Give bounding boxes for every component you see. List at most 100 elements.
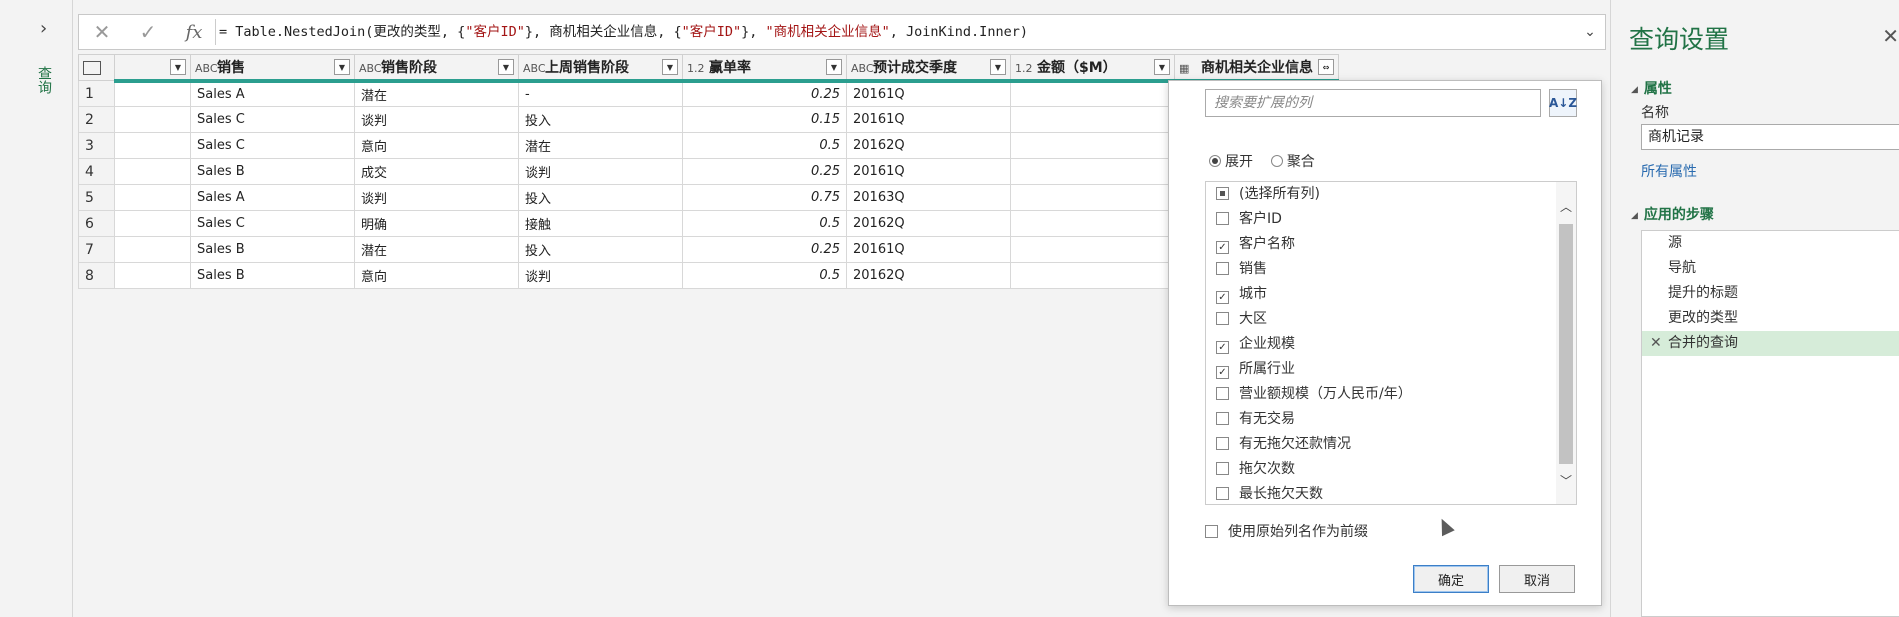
column-header[interactable]: 1.2 金额（$M） ▼ bbox=[1010, 54, 1175, 83]
table-cell[interactable] bbox=[1010, 158, 1175, 185]
table-cell[interactable] bbox=[114, 80, 191, 107]
column-header[interactable]: 1.2 赢单率 ▼ bbox=[682, 54, 847, 83]
row-number[interactable]: 5 bbox=[78, 184, 115, 211]
table-cell[interactable]: 明确 bbox=[354, 210, 519, 237]
table-cell[interactable]: 投入 bbox=[518, 236, 683, 263]
filter-dropdown-icon[interactable]: ▼ bbox=[990, 59, 1006, 75]
table-cell[interactable] bbox=[114, 236, 191, 263]
ok-button[interactable]: 确定 bbox=[1413, 565, 1489, 593]
table-cell[interactable]: Sales C bbox=[190, 132, 355, 159]
column-header[interactable]: ABC销售 ▼ bbox=[190, 54, 355, 83]
checkbox-checked-icon[interactable]: ✓ bbox=[1216, 366, 1229, 379]
column-header[interactable]: ABC销售阶段 ▼ bbox=[354, 54, 519, 83]
scrollbar-thumb[interactable] bbox=[1559, 224, 1573, 464]
row-number[interactable]: 3 bbox=[78, 132, 115, 159]
column-checkbox-item[interactable]: 最长拖欠天数 bbox=[1206, 482, 1576, 504]
table-cell[interactable]: 20161Q bbox=[846, 106, 1011, 133]
table-cell[interactable]: 20161Q bbox=[846, 236, 1011, 263]
properties-section[interactable]: 属性 bbox=[1631, 78, 1672, 98]
table-cell[interactable]: 意向 bbox=[354, 262, 519, 289]
column-checkbox-item[interactable]: 大区 bbox=[1206, 307, 1576, 332]
type-icon[interactable]: ABC bbox=[195, 62, 218, 75]
row-number[interactable]: 6 bbox=[78, 210, 115, 237]
table-cell[interactable]: 接触 bbox=[518, 210, 683, 237]
table-cell[interactable]: Sales C bbox=[190, 210, 355, 237]
column-header[interactable]: ABC预计成交季度 ▼ bbox=[846, 54, 1011, 83]
checkbox-partial-icon[interactable] bbox=[1216, 187, 1229, 200]
checkbox-empty-icon[interactable] bbox=[1216, 462, 1229, 475]
table-row[interactable]: 5 Sales A 谈判 投入 0.75 20163Q bbox=[78, 184, 1339, 211]
table-cell[interactable]: 20161Q bbox=[846, 80, 1011, 107]
applied-step[interactable]: ✕合并的查询✲ bbox=[1642, 331, 1899, 356]
checkbox-checked-icon[interactable]: ✓ bbox=[1216, 241, 1229, 254]
table-cell[interactable]: 投入 bbox=[518, 106, 683, 133]
checkbox-empty-icon[interactable] bbox=[1216, 387, 1229, 400]
table-cell[interactable]: 成交 bbox=[354, 158, 519, 185]
applied-step[interactable]: 导航✲ bbox=[1642, 256, 1899, 281]
table-cell[interactable]: 0.75 bbox=[682, 184, 847, 211]
table-cell[interactable]: 20162Q bbox=[846, 132, 1011, 159]
table-cell[interactable] bbox=[1010, 80, 1175, 107]
table-cell[interactable] bbox=[114, 106, 191, 133]
table-cell[interactable]: Sales B bbox=[190, 158, 355, 185]
scroll-down-icon[interactable]: ﹀ bbox=[1559, 474, 1573, 488]
close-icon[interactable]: ✕ bbox=[79, 15, 125, 49]
applied-step[interactable]: 更改的类型 bbox=[1642, 306, 1899, 331]
aggregate-radio[interactable]: 聚合 bbox=[1270, 154, 1315, 170]
table-cell[interactable]: 投入 bbox=[518, 184, 683, 211]
filter-dropdown-icon[interactable]: ▼ bbox=[498, 59, 514, 75]
table-cell[interactable]: 0.5 bbox=[682, 262, 847, 289]
checkbox-empty-icon[interactable] bbox=[1216, 212, 1229, 225]
column-checkbox-item[interactable]: 营业额规模（万人民币/年） bbox=[1206, 382, 1576, 407]
table-cell[interactable]: 0.5 bbox=[682, 210, 847, 237]
table-cell[interactable]: Sales A bbox=[190, 184, 355, 211]
column-checkbox-item[interactable]: 有无交易 bbox=[1206, 407, 1576, 432]
chevron-down-icon[interactable]: ⌄ bbox=[1579, 21, 1601, 43]
table-cell[interactable] bbox=[1010, 262, 1175, 289]
row-number[interactable]: 8 bbox=[78, 262, 115, 289]
cancel-button[interactable]: 取消 bbox=[1499, 565, 1575, 593]
all-properties-link[interactable]: 所有属性 bbox=[1641, 161, 1697, 181]
table-cell[interactable]: 谈判 bbox=[354, 106, 519, 133]
column-checkbox-item[interactable]: ✓ 城市 bbox=[1206, 282, 1576, 307]
table-cell[interactable]: 0.15 bbox=[682, 106, 847, 133]
table-cell[interactable]: 谈判 bbox=[518, 158, 683, 185]
table-cell[interactable]: 潜在 bbox=[518, 132, 683, 159]
list-scrollbar[interactable]: ︿ ﹀ bbox=[1556, 182, 1576, 504]
table-cell[interactable] bbox=[1010, 236, 1175, 263]
expand-radio[interactable]: 展开 bbox=[1209, 154, 1253, 170]
table-cell[interactable]: 意向 bbox=[354, 132, 519, 159]
column-checkbox-item[interactable]: 有无拖欠还款情况 bbox=[1206, 432, 1576, 457]
table-cell[interactable] bbox=[1010, 184, 1175, 211]
type-icon[interactable]: ABC bbox=[523, 62, 546, 75]
check-icon[interactable]: ✓ bbox=[125, 15, 171, 49]
column-checkbox-item[interactable]: ✓ 企业规模 bbox=[1206, 332, 1576, 357]
table-cell[interactable] bbox=[114, 132, 191, 159]
checkbox-empty-icon[interactable] bbox=[1216, 262, 1229, 275]
table-cell[interactable]: 谈判 bbox=[354, 184, 519, 211]
type-icon[interactable]: ABC bbox=[359, 62, 382, 75]
applied-step[interactable]: 提升的标题✲ bbox=[1642, 281, 1899, 306]
scroll-up-icon[interactable]: ︿ bbox=[1559, 200, 1573, 214]
fx-icon[interactable]: fx bbox=[171, 15, 217, 49]
table-cell[interactable] bbox=[114, 210, 191, 237]
table-cell[interactable]: 20161Q bbox=[846, 158, 1011, 185]
table-cell[interactable]: Sales B bbox=[190, 262, 355, 289]
table-row[interactable]: 7 Sales B 潜在 投入 0.25 20161Q bbox=[78, 236, 1339, 263]
column-checkbox-item[interactable]: 拖欠次数 bbox=[1206, 457, 1576, 482]
table-cell[interactable]: Sales A bbox=[190, 80, 355, 107]
table-cell[interactable] bbox=[114, 158, 191, 185]
formula-input[interactable]: = Table.NestedJoin(更改的类型, {"客户ID"}, 商机相关… bbox=[219, 15, 1028, 49]
table-cell[interactable] bbox=[1010, 106, 1175, 133]
checkbox-empty-icon[interactable] bbox=[1216, 412, 1229, 425]
column-checkbox-item[interactable]: 销售 bbox=[1206, 257, 1576, 282]
row-number[interactable]: 2 bbox=[78, 106, 115, 133]
column-checkbox-item[interactable]: (选择所有列) bbox=[1206, 182, 1576, 207]
query-name-input[interactable]: 商机记录 bbox=[1641, 124, 1899, 150]
table-row[interactable]: 6 Sales C 明确 接触 0.5 20162Q bbox=[78, 210, 1339, 237]
filter-dropdown-icon[interactable]: ▼ bbox=[170, 59, 186, 75]
table-row[interactable]: 1 Sales A 潜在 -0.25 20161Q bbox=[78, 80, 1339, 107]
row-number[interactable]: 7 bbox=[78, 236, 115, 263]
table-menu-corner[interactable] bbox=[78, 54, 115, 81]
table-type-icon[interactable]: ▦ bbox=[1179, 62, 1201, 75]
